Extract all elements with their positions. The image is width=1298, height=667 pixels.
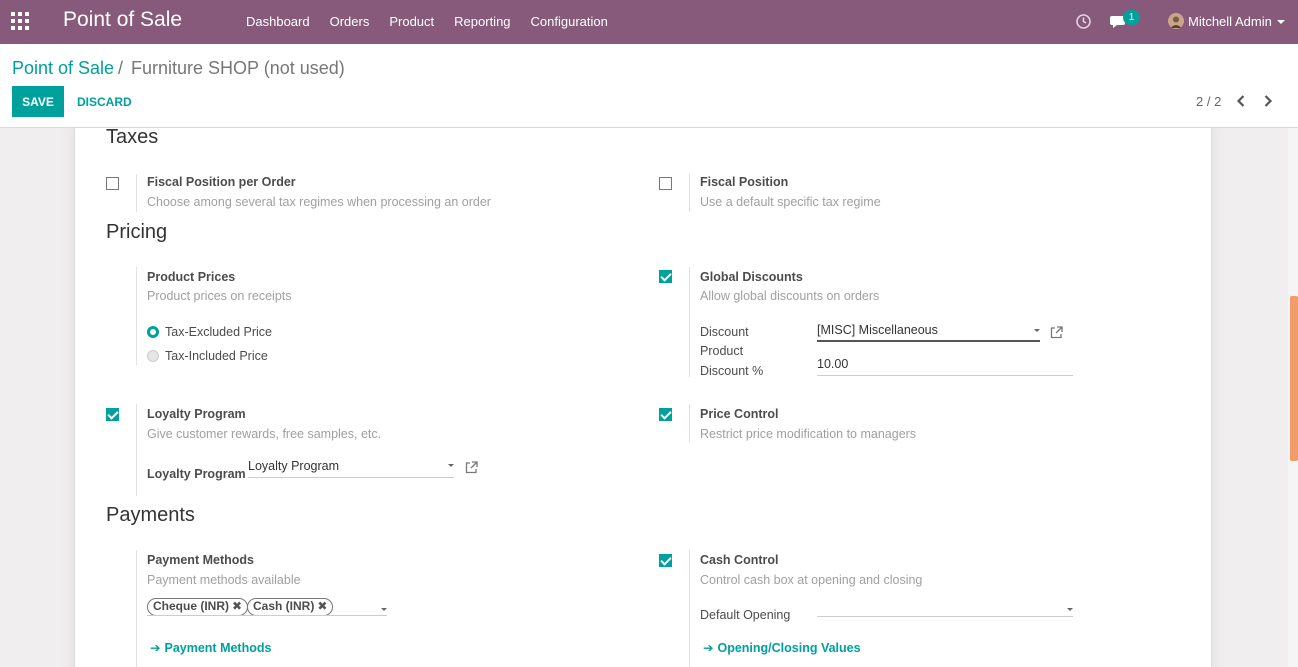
user-menu-name[interactable]: Mitchell Admin xyxy=(1188,14,1272,29)
setting-divider xyxy=(689,267,690,377)
setting-divider xyxy=(689,550,690,667)
arrow-right-icon: ➔ xyxy=(150,641,161,655)
product-prices-help: Product prices on receipts xyxy=(147,289,292,303)
breadcrumb-root[interactable]: Point of Sale xyxy=(12,58,114,79)
pager-previous-icon[interactable] xyxy=(1235,93,1247,109)
tax-included-radio[interactable] xyxy=(147,350,159,362)
section-title-pricing: Pricing xyxy=(106,221,168,243)
tax-included-label[interactable]: Tax-Included Price xyxy=(165,349,268,363)
user-avatar[interactable] xyxy=(1168,13,1184,29)
menu-product[interactable]: Product xyxy=(379,0,444,44)
default-opening-select[interactable] xyxy=(817,595,1073,617)
default-opening-caret-icon[interactable] xyxy=(1067,608,1073,611)
payment-methods-help: Payment methods available xyxy=(147,573,301,587)
fiscal-position-per-order-checkbox[interactable] xyxy=(106,177,119,190)
price-control-label: Price Control xyxy=(700,407,779,421)
menu-orders[interactable]: Orders xyxy=(320,0,380,44)
setting-divider xyxy=(689,404,690,442)
messages-count-badge: 1 xyxy=(1123,10,1140,25)
apps-grid-icon[interactable] xyxy=(11,12,31,32)
top-navbar: Point of Sale Dashboard Orders Product R… xyxy=(0,0,1298,44)
payment-methods-label: Payment Methods xyxy=(147,553,254,567)
setting-divider xyxy=(136,550,137,667)
setting-divider xyxy=(689,174,690,212)
user-menu-caret-icon[interactable] xyxy=(1277,20,1285,24)
loyalty-program-caret-icon[interactable] xyxy=(448,464,454,467)
discard-button[interactable]: DISCARD xyxy=(70,86,139,117)
discount-percent-input[interactable]: 10.00 xyxy=(817,354,1073,376)
menu-dashboard[interactable]: Dashboard xyxy=(236,0,320,44)
menu-reporting[interactable]: Reporting xyxy=(444,0,520,44)
discount-product-external-link-icon[interactable] xyxy=(1050,326,1063,339)
save-button[interactable]: SAVE xyxy=(12,86,64,117)
setting-divider xyxy=(136,174,137,212)
fiscal-position-help: Use a default specific tax regime xyxy=(700,195,881,209)
loyalty-program-select[interactable]: Loyalty Program xyxy=(248,456,454,478)
opening-closing-values-link-label: Opening/Closing Values xyxy=(717,641,861,655)
section-title-payments: Payments xyxy=(106,504,195,526)
activity-clock-icon[interactable] xyxy=(1075,13,1092,30)
payment-methods-link-label: Payment Methods xyxy=(164,641,272,655)
fiscal-position-checkbox[interactable] xyxy=(659,177,672,190)
loyalty-program-checkbox[interactable] xyxy=(106,408,119,421)
discount-product-select[interactable]: [MISC] Miscellaneous xyxy=(817,320,1040,342)
cash-control-label: Cash Control xyxy=(700,553,779,567)
payment-methods-many2many-input[interactable] xyxy=(147,594,387,616)
global-discounts-checkbox[interactable] xyxy=(659,270,672,283)
payment-methods-caret-icon[interactable] xyxy=(381,608,387,611)
breadcrumb-current: Furniture SHOP (not used) xyxy=(131,58,345,78)
scrollbar-thumb[interactable] xyxy=(1290,296,1298,461)
global-discounts-help: Allow global discounts on orders xyxy=(700,289,880,303)
fiscal-position-label: Fiscal Position xyxy=(700,175,789,189)
loyalty-program-external-link-icon[interactable] xyxy=(465,461,478,474)
arrow-right-icon: ➔ xyxy=(703,641,714,655)
discount-product-caret-icon[interactable] xyxy=(1034,329,1040,332)
settings-sheet: Taxes Fiscal Position per Order Choose a… xyxy=(74,128,1212,667)
control-panel: Point of Sale / Furniture SHOP (not used… xyxy=(0,44,1298,128)
pager-value: 2 / 2 xyxy=(1196,94,1222,109)
discount-percent-label: Discount % xyxy=(700,364,764,378)
loyalty-program-field-label: Loyalty Program xyxy=(147,467,246,481)
product-prices-label: Product Prices xyxy=(147,270,236,284)
main-menu: Dashboard Orders Product Reporting Confi… xyxy=(236,0,618,44)
price-control-help: Restrict price modification to managers xyxy=(700,427,917,441)
menu-configuration[interactable]: Configuration xyxy=(521,0,618,44)
setting-divider xyxy=(136,267,137,365)
opening-closing-values-link[interactable]: ➔ Opening/Closing Values xyxy=(703,640,861,655)
fiscal-position-per-order-help: Choose among several tax regimes when pr… xyxy=(147,195,491,209)
form-content: Taxes Fiscal Position per Order Choose a… xyxy=(0,128,1288,667)
global-discounts-label: Global Discounts xyxy=(700,270,803,284)
loyalty-program-help: Give customer rewards, free samples, etc… xyxy=(147,427,382,441)
setting-divider xyxy=(136,404,137,496)
pager-next-icon[interactable] xyxy=(1262,93,1274,109)
default-opening-label: Default Opening xyxy=(700,608,791,622)
tax-excluded-label[interactable]: Tax-Excluded Price xyxy=(165,325,272,339)
discount-product-label-line1: Discount xyxy=(700,325,749,339)
payment-methods-link[interactable]: ➔ Payment Methods xyxy=(150,640,271,655)
breadcrumb-separator: / xyxy=(118,58,124,78)
cash-control-help: Control cash box at opening and closing xyxy=(700,573,923,587)
cash-control-checkbox[interactable] xyxy=(659,554,672,567)
discount-product-label-line2: Product xyxy=(700,344,744,358)
section-title-taxes: Taxes xyxy=(106,128,159,148)
app-title[interactable]: Point of Sale xyxy=(63,8,182,32)
price-control-checkbox[interactable] xyxy=(659,408,672,421)
tax-excluded-radio[interactable] xyxy=(147,326,159,338)
loyalty-program-label: Loyalty Program xyxy=(147,407,246,421)
fiscal-position-per-order-label: Fiscal Position per Order xyxy=(147,175,296,189)
